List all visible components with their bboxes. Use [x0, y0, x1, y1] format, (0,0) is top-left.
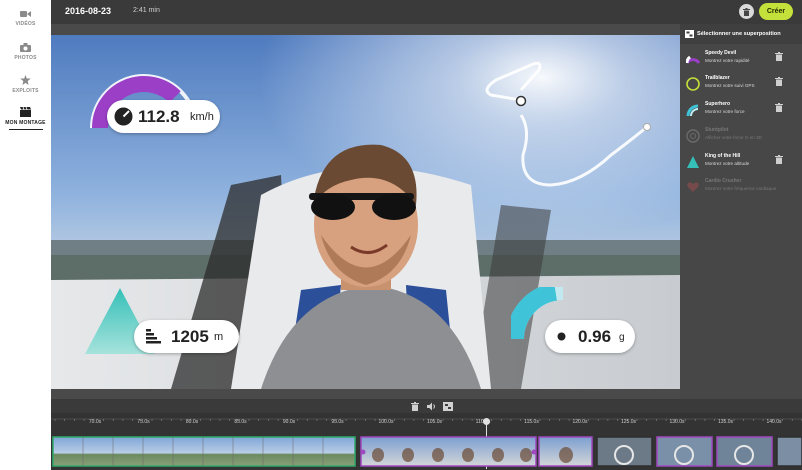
- tick-label: 120.0s: [572, 419, 588, 425]
- trash-icon[interactable]: [411, 402, 419, 411]
- sidebar-item-label: EXPLOITS: [12, 88, 39, 94]
- app-window: VIDÉOS PHOTOS EXPLOITS MON MONTAGE 2016-…: [0, 0, 802, 470]
- sidebar-item-label: PHOTOS: [14, 55, 37, 61]
- trash-icon[interactable]: [775, 52, 783, 61]
- sidebar-item-mon-montage[interactable]: MON MONTAGE: [0, 107, 51, 130]
- sidebar-item-photos[interactable]: PHOTOS: [0, 43, 51, 61]
- heart-icon: [687, 182, 699, 192]
- mountain-icon: [687, 156, 699, 168]
- clapperboard-icon: [20, 107, 31, 117]
- clip-1: [52, 436, 356, 467]
- tick-label: 70.0s: [88, 419, 102, 425]
- video-camera-icon: [20, 11, 31, 17]
- overlay-name: Cardio Crusher: [705, 178, 742, 184]
- stuntpilot-ring-icon: [686, 129, 700, 143]
- overlay-desc: Montrez votre altitude: [705, 161, 750, 166]
- clip-2: [360, 436, 537, 467]
- header: 2016-08-23 2:41 min Créer: [51, 0, 802, 24]
- project-date: 2016-08-23: [65, 6, 112, 16]
- speedometer-icon: [114, 107, 133, 126]
- altitude-unit: m: [214, 331, 224, 343]
- tick-label: 130.0s: [669, 419, 685, 425]
- clip-4: [596, 436, 653, 467]
- overlay-desc: Afficher votre force G en 3D: [705, 135, 762, 140]
- overlay-toggle-icon[interactable]: [443, 402, 453, 411]
- tick-label: 125.0s: [620, 419, 637, 425]
- overlay-name: King of the Hill: [705, 153, 741, 159]
- clip-5: [656, 436, 713, 467]
- overlay-name: Trailblazer: [705, 75, 730, 81]
- tick-label: 95.0s: [331, 419, 344, 425]
- trash-icon: [743, 7, 750, 16]
- altitude-value: 1205: [171, 327, 209, 346]
- gps-ring-icon: [686, 77, 700, 91]
- overlay-name: Stuntpilot: [705, 127, 729, 133]
- dot-icon: [557, 332, 566, 341]
- project-duration: 2:41 min: [133, 7, 160, 14]
- trash-icon[interactable]: [775, 103, 783, 112]
- gforce-readout: 0.96 g: [545, 320, 635, 353]
- overlay-item-cardio-crusher[interactable]: Cardio Crusher Montrez votre fréquence c…: [680, 174, 802, 204]
- overlay-panel-title: Sélectionner une superposition: [697, 31, 781, 37]
- volume-icon[interactable]: [427, 402, 437, 411]
- tick-label: 140.0s: [766, 419, 782, 425]
- active-indicator: [8, 129, 43, 130]
- speed-unit: km/h: [190, 111, 214, 123]
- tick-label: 85.0s: [234, 419, 247, 425]
- speed-gauge-icon: [686, 55, 700, 64]
- gforce-unit: g: [619, 332, 625, 343]
- altitude-bars-icon: [146, 329, 161, 344]
- star-icon: [20, 75, 31, 85]
- altitude-readout: 1205 m: [134, 320, 239, 353]
- tick-label: 75.0s: [137, 419, 150, 425]
- clip-7: [776, 436, 802, 467]
- tick-label: 105.0s: [426, 419, 443, 425]
- overlay-icon: [685, 30, 694, 38]
- preview-toolbar: [51, 399, 802, 413]
- gps-position-marker: [515, 95, 527, 107]
- sidebar-item-label: VIDÉOS: [15, 21, 36, 27]
- overlay-desc: Montrez votre fréquence cardiaque: [705, 186, 777, 191]
- tick-label: 90.0s: [282, 419, 296, 425]
- sidebar-item-exploits[interactable]: EXPLOITS: [0, 75, 51, 94]
- overlay-desc: Montrez votre rapidité: [705, 58, 750, 63]
- trash-icon[interactable]: [775, 155, 783, 164]
- sidebar-item-label: MON MONTAGE: [5, 120, 46, 126]
- video-preview[interactable]: 112.8 km/h 1205 m 0.96 g: [51, 35, 680, 389]
- clip-6: [716, 436, 773, 467]
- trash-icon[interactable]: [775, 77, 783, 86]
- tick-label: 80.0s: [185, 419, 199, 425]
- sidebar-item-videos[interactable]: VIDÉOS: [0, 10, 51, 27]
- gforce-wing-icon: [686, 104, 699, 117]
- tick-label: 135.0s: [717, 419, 734, 425]
- overlay-name: Speedy Devil: [705, 50, 737, 56]
- overlay-desc: Montrez votre suivi GPS: [705, 83, 755, 88]
- delete-project-button[interactable]: [739, 4, 754, 19]
- overlay-desc: Montrez votre force: [705, 109, 745, 114]
- gforce-value: 0.96: [578, 327, 612, 346]
- photo-camera-icon: [20, 43, 31, 52]
- overlay-panel-header: Sélectionner une superposition: [680, 24, 802, 44]
- speed-readout: 112.8 km/h: [107, 100, 220, 133]
- overlay-panel: Sélectionner une superposition Speedy De…: [680, 24, 802, 399]
- clip-strip: [52, 436, 802, 467]
- tick-label: 100.0s: [378, 419, 394, 425]
- create-button[interactable]: Créer: [759, 3, 793, 20]
- clip-thumbnails: [51, 435, 802, 468]
- tick-label: 115.0s: [524, 419, 539, 425]
- overlay-name: Superhero: [705, 101, 731, 107]
- sidebar: VIDÉOS PHOTOS EXPLOITS MON MONTAGE: [0, 0, 51, 470]
- speed-value: 112.8: [138, 107, 180, 126]
- timeline[interactable]: 70.0s 75.0s 80.0s 85.0s 90.0s 95.0s 100.0s 105.…: [51, 413, 802, 470]
